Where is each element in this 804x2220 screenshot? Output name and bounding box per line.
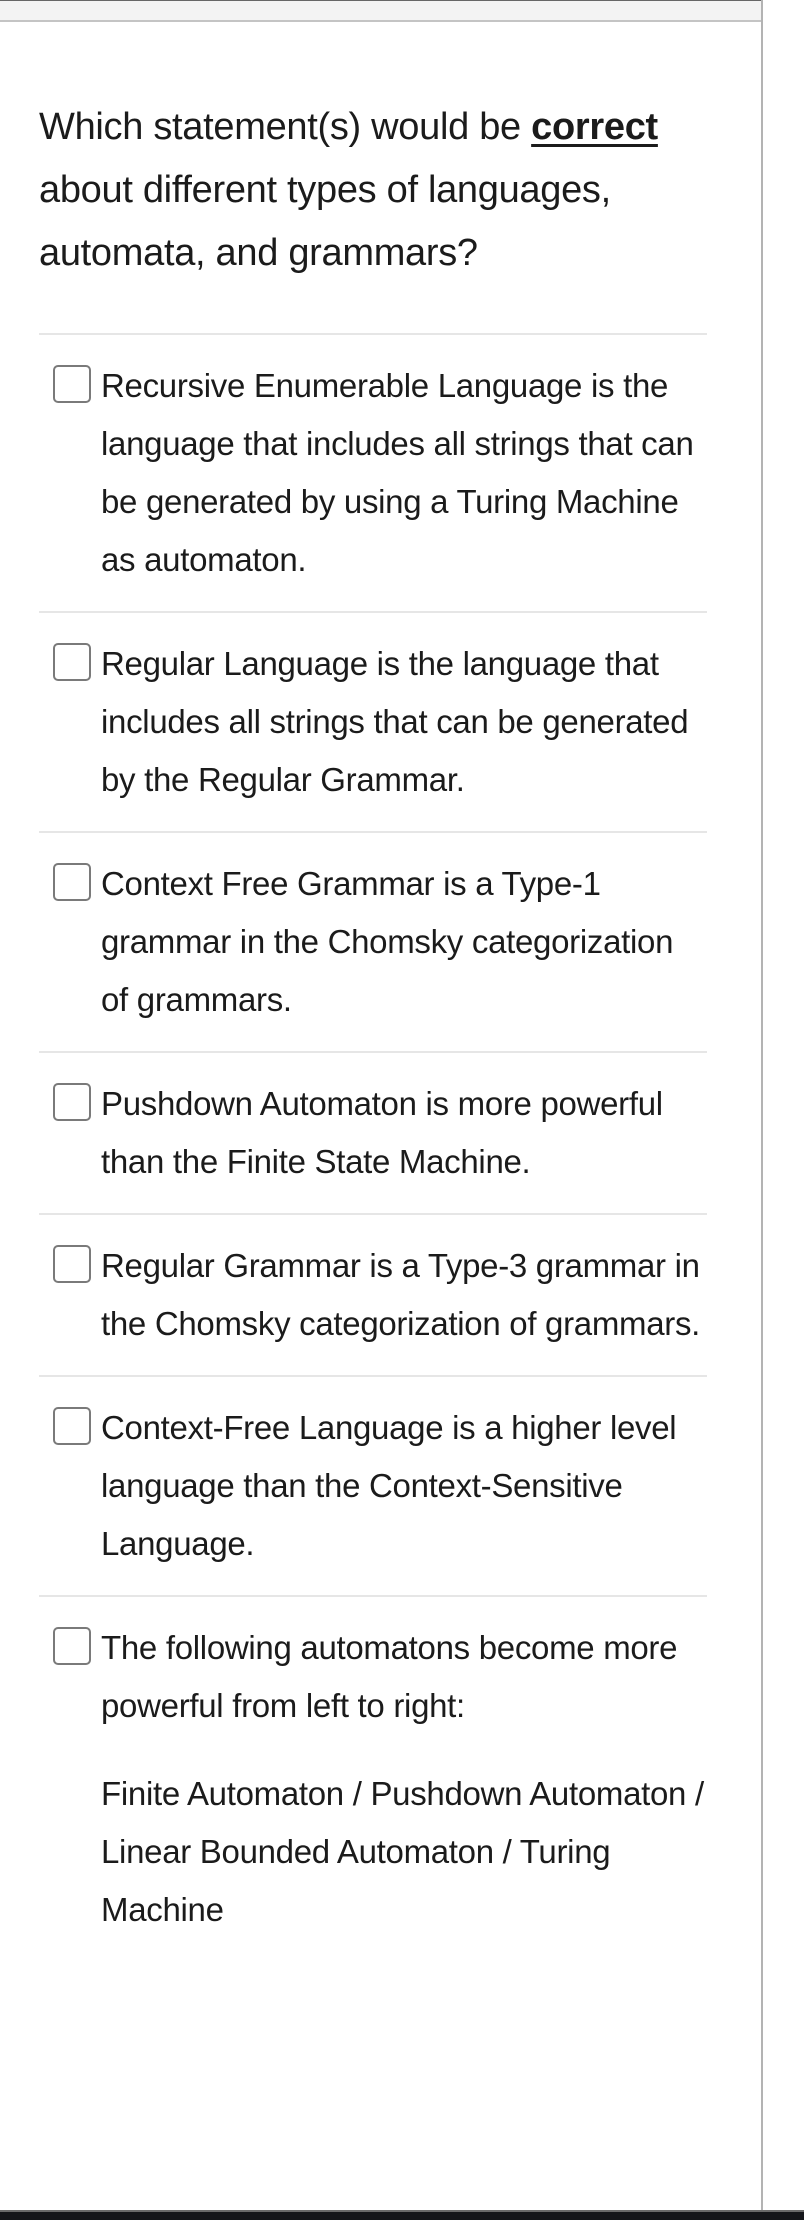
answer-text: Regular Language is the language that in… xyxy=(101,645,689,798)
question-suffix: about different types of languages, auto… xyxy=(39,169,611,274)
panel-divider xyxy=(761,0,763,2210)
checkbox-icon[interactable] xyxy=(53,1083,91,1121)
answer-list: Recursive Enumerable Language is the lan… xyxy=(39,333,707,1961)
checkbox-icon[interactable] xyxy=(53,1407,91,1445)
answer-option-5[interactable]: Regular Grammar is a Type-3 grammar in t… xyxy=(39,1215,707,1377)
answer-text: Pushdown Automaton is more powerful than… xyxy=(101,1085,663,1180)
checkbox-icon[interactable] xyxy=(53,1245,91,1283)
answer-text: Context-Free Language is a higher level … xyxy=(101,1409,677,1562)
answer-text-continued: Finite Automaton / Pushdown Automaton / … xyxy=(101,1775,704,1928)
checkbox-icon[interactable] xyxy=(53,1627,91,1665)
question-text: Which statement(s) would be correct abou… xyxy=(39,96,707,285)
checkbox-icon[interactable] xyxy=(53,365,91,403)
bottom-taskbar xyxy=(0,2210,804,2220)
answer-text: Regular Grammar is a Type-3 grammar in t… xyxy=(101,1247,701,1342)
answer-option-2[interactable]: Regular Language is the language that in… xyxy=(39,613,707,833)
answer-text: Context Free Grammar is a Type-1 grammar… xyxy=(101,865,674,1018)
answer-option-3[interactable]: Context Free Grammar is a Type-1 grammar… xyxy=(39,833,707,1053)
top-toolbar xyxy=(0,0,762,22)
answer-text: The following automatons become more pow… xyxy=(101,1629,678,1724)
answer-text: Recursive Enumerable Language is the lan… xyxy=(101,367,694,578)
answer-option-7[interactable]: The following automatons become more pow… xyxy=(39,1597,707,1961)
answer-option-6[interactable]: Context-Free Language is a higher level … xyxy=(39,1377,707,1597)
answer-option-1[interactable]: Recursive Enumerable Language is the lan… xyxy=(39,335,707,613)
checkbox-icon[interactable] xyxy=(53,863,91,901)
answer-option-4[interactable]: Pushdown Automaton is more powerful than… xyxy=(39,1053,707,1215)
checkbox-icon[interactable] xyxy=(53,643,91,681)
question-prefix: Which statement(s) would be xyxy=(39,106,532,148)
quiz-question-panel: Which statement(s) would be correct abou… xyxy=(39,96,707,1961)
question-emphasis: correct xyxy=(531,106,658,148)
